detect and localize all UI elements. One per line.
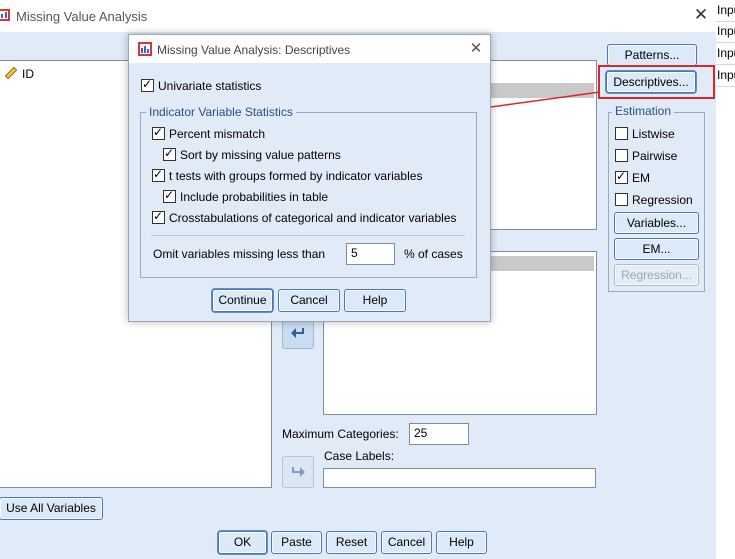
regression-button: Regression...: [614, 264, 699, 286]
arrow-right-icon: [292, 467, 305, 477]
list-item[interactable]: ID: [22, 67, 34, 81]
close-icon[interactable]: ✕: [690, 4, 712, 26]
continue-button[interactable]: Continue: [212, 289, 273, 312]
regression-checkbox[interactable]: [615, 193, 628, 206]
crosstabs-label: Crosstabulations of categorical and indi…: [169, 211, 457, 225]
include-probabilities-checkbox[interactable]: [163, 188, 176, 203]
move-case-labels-button[interactable]: [282, 456, 314, 488]
univariate-checkbox[interactable]: [141, 77, 154, 92]
percent-mismatch-checkbox[interactable]: [152, 125, 165, 140]
paste-button[interactable]: Paste: [271, 531, 322, 554]
window-title: Missing Value Analysis: [16, 9, 148, 24]
spreadsheet-strip: Inpu Inpu Inpu Inpu: [716, 0, 735, 559]
percent-mismatch-label: Percent mismatch: [169, 127, 266, 141]
case-labels-input[interactable]: [323, 468, 596, 488]
estimation-legend: Estimation: [612, 104, 675, 118]
ruler-icon: [4, 66, 18, 80]
listwise-label: Listwise: [632, 127, 675, 141]
sheet-cell[interactable]: Inpu: [716, 65, 735, 87]
main-titlebar: Missing Value Analysis ✕: [0, 0, 716, 32]
max-categories-label: Maximum Categories:: [282, 427, 399, 441]
include-probabilities-label: Include probabilities in table: [180, 190, 329, 204]
crosstabs-checkbox[interactable]: [152, 209, 165, 224]
cancel-button[interactable]: Cancel: [381, 531, 432, 554]
annotation-highlight-box: [598, 65, 715, 99]
close-icon[interactable]: ✕: [466, 39, 486, 59]
ok-button[interactable]: OK: [218, 531, 267, 554]
regression-label: Regression: [632, 193, 693, 207]
univariate-label: Univariate statistics: [158, 79, 262, 93]
em-label: EM: [632, 171, 650, 185]
app-icon: [0, 9, 10, 21]
sheet-cell[interactable]: Inpu: [716, 21, 735, 43]
use-all-variables-button[interactable]: Use All Variables: [0, 497, 103, 520]
indicator-stats-legend: Indicator Variable Statistics: [146, 105, 296, 119]
dialog-title: Missing Value Analysis: Descriptives: [157, 43, 351, 57]
dialog-help-button[interactable]: Help: [344, 289, 406, 312]
pairwise-checkbox[interactable]: [615, 149, 628, 162]
arrow-left-icon: [291, 328, 304, 338]
app-icon: [138, 42, 152, 56]
sheet-cell[interactable]: Inpu: [716, 43, 735, 65]
divider: [151, 235, 465, 236]
omit-percent-input[interactable]: 5: [346, 243, 395, 265]
variables-button[interactable]: Variables...: [614, 212, 699, 234]
patterns-button[interactable]: Patterns...: [607, 44, 697, 66]
max-categories-input[interactable]: 25: [409, 423, 469, 445]
descriptives-dialog: Missing Value Analysis: Descriptives ✕ U…: [128, 34, 491, 322]
sheet-cell[interactable]: Inpu: [716, 0, 735, 22]
pairwise-label: Pairwise: [632, 149, 678, 163]
t-tests-label: t tests with groups formed by indicator …: [169, 169, 423, 183]
help-button[interactable]: Help: [436, 531, 487, 554]
em-checkbox[interactable]: [615, 169, 628, 184]
t-tests-checkbox[interactable]: [152, 167, 165, 182]
sort-patterns-checkbox[interactable]: [163, 146, 176, 161]
omit-label: Omit variables missing less than: [153, 247, 326, 261]
case-labels-label: Case Labels:: [324, 449, 395, 463]
omit-suffix: % of cases: [404, 247, 463, 261]
sort-patterns-label: Sort by missing value patterns: [180, 148, 341, 162]
dialog-cancel-button[interactable]: Cancel: [278, 289, 340, 312]
reset-button[interactable]: Reset: [326, 531, 377, 554]
selection-bar: [490, 256, 594, 271]
listwise-checkbox[interactable]: [615, 127, 628, 140]
em-button[interactable]: EM...: [614, 238, 699, 260]
dialog-titlebar: Missing Value Analysis: Descriptives ✕: [129, 35, 490, 63]
